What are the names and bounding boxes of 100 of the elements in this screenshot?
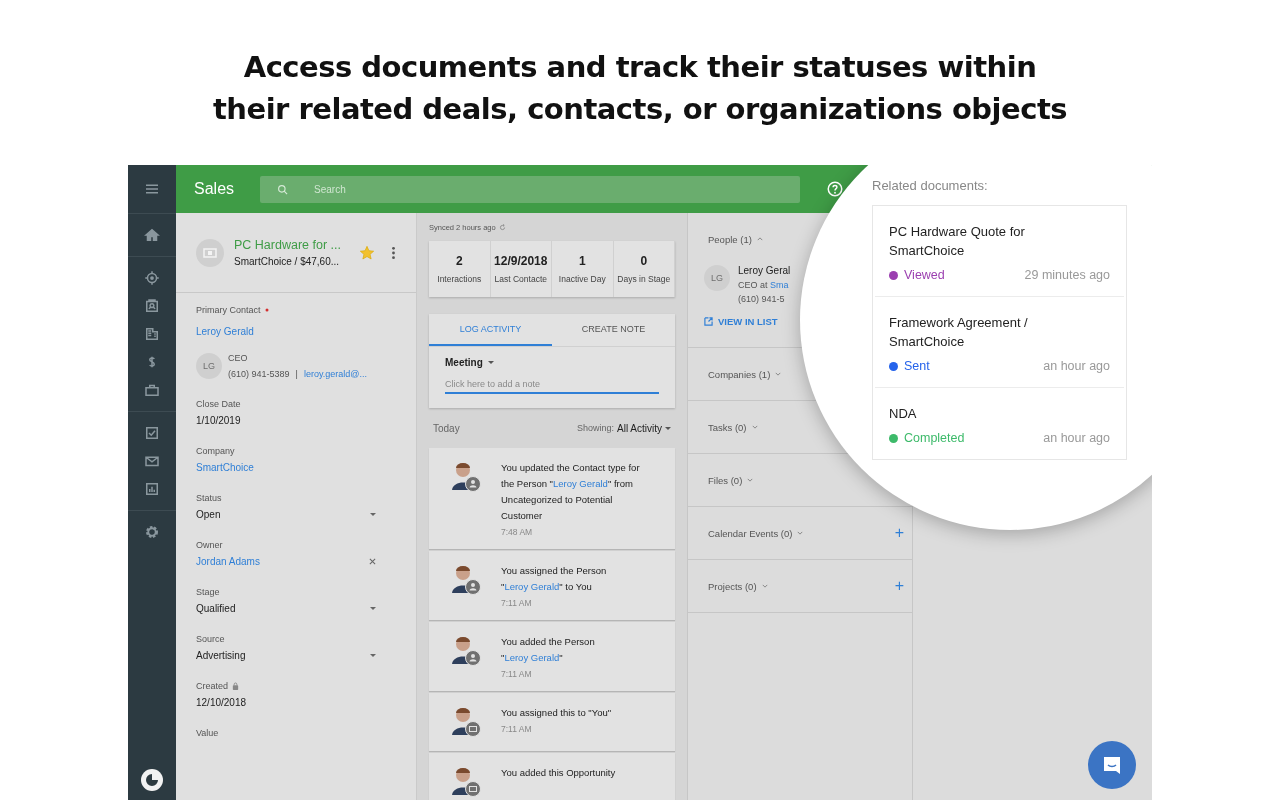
section-toggle[interactable]: Companies (1) — [708, 368, 782, 380]
more-icon[interactable] — [391, 245, 396, 260]
person-avatar-icon — [449, 563, 483, 597]
select-field[interactable]: Qualified — [196, 603, 396, 614]
day-label: Today — [433, 422, 460, 434]
owner-link[interactable]: Jordan Adams — [196, 556, 260, 567]
external-link-icon — [704, 317, 713, 326]
document-time: an hour ago — [1043, 431, 1110, 445]
search-field[interactable]: Search — [260, 175, 801, 203]
contact-role: CEO — [228, 353, 249, 363]
deal-avatar-icon — [196, 238, 224, 267]
caret-icon — [370, 513, 376, 516]
select-field[interactable]: Open — [196, 509, 396, 520]
person-role: CEO at Sma — [738, 280, 790, 290]
activity-time: 7:11 AM — [501, 724, 533, 734]
field-value: 1/10/2019 — [196, 415, 242, 426]
section-toggle[interactable]: Calendar Events (0) — [708, 527, 804, 539]
star-icon[interactable] — [359, 244, 375, 261]
check-icon[interactable] — [143, 424, 161, 442]
filter-dropdown[interactable]: Showing: All Activity — [576, 422, 671, 434]
activity-text: You added this Opportunity — [501, 766, 616, 780]
tab[interactable]: CREATE NOTE — [552, 314, 675, 346]
caret-icon — [370, 607, 376, 610]
field-label: Stage — [196, 587, 220, 597]
person-link[interactable]: Leroy Gerald — [504, 581, 560, 592]
stat-label: Days in Stage — [617, 274, 671, 284]
chevron-icon — [756, 237, 763, 241]
document-time: an hour ago — [1043, 359, 1110, 373]
document-name[interactable]: PC Hardware Quote for SmartChoice — [889, 222, 1069, 260]
deal-title: PC Hardware for ... — [234, 238, 342, 252]
email-link[interactable]: leroy.gerald@... — [303, 369, 367, 379]
field-label: Source — [196, 634, 225, 644]
logo-icon[interactable] — [140, 768, 164, 792]
chevron-icon — [797, 531, 804, 535]
activity-text: You added the Person "Leroy Gerald" — [501, 635, 596, 665]
contact-avatar: LG — [196, 353, 222, 379]
add-button[interactable]: + — [894, 580, 904, 592]
target-icon[interactable] — [143, 269, 161, 287]
field-label: Status — [196, 493, 222, 503]
stat-value: 1 — [578, 254, 586, 268]
separator: | — [295, 369, 298, 379]
section-toggle[interactable]: Projects (0) — [708, 580, 768, 592]
person-avatar: LG — [704, 265, 730, 291]
field-value: 12/10/2018 — [196, 697, 248, 708]
field-label: Company — [196, 446, 235, 456]
person-link[interactable]: Leroy Gerald — [504, 652, 560, 663]
chevron-icon — [775, 372, 782, 376]
deal-subtitle: SmartChoice / $47,60... — [234, 256, 341, 267]
stat-value: 12/9/2018 — [494, 254, 548, 268]
company-link[interactable]: Sma — [770, 280, 789, 290]
headline-line: their related deals, contacts, or organizations objects — [212, 91, 1068, 128]
document-name[interactable]: NDA — [889, 404, 1069, 423]
headline-line: Access documents and track their statuses within — [243, 49, 1037, 86]
help-icon[interactable] — [826, 180, 845, 198]
building-icon[interactable] — [143, 325, 161, 343]
select-field[interactable]: Advertising — [196, 650, 396, 661]
contact-link[interactable]: Leroy Gerald — [196, 326, 254, 337]
section-toggle[interactable]: People (1) — [708, 233, 763, 245]
person-name: Leroy Geral — [738, 265, 791, 276]
document-status: Viewed — [904, 268, 946, 282]
add-button[interactable]: + — [894, 527, 904, 539]
document-status: Completed — [904, 431, 966, 445]
caret-icon — [487, 361, 494, 364]
tab[interactable]: LOG ACTIVITY — [429, 314, 552, 346]
view-in-list-link[interactable]: VIEW IN LIST — [704, 316, 778, 327]
document-status: Sent — [904, 359, 931, 373]
activity-time: 7:11 AM — [501, 669, 533, 679]
note-field[interactable]: Click here to add a note — [445, 376, 659, 394]
activity-text: You assigned this to "You" — [501, 706, 612, 720]
section-toggle[interactable]: Tasks (0) — [708, 421, 758, 433]
activity-time: 7:11 AM — [501, 598, 533, 608]
field-label: Close Date — [196, 399, 241, 409]
stat-value: 2 — [455, 254, 463, 268]
document-name[interactable]: Framework Agreement / SmartChoice — [889, 313, 1069, 351]
stat-label: Last Contacte — [494, 274, 547, 284]
stat-label: Inactive Day — [558, 274, 606, 284]
person-phone: (610) 941-5 — [738, 294, 786, 304]
caret-icon — [370, 654, 376, 657]
field-label: Created — [196, 681, 229, 691]
activity-time: 7:48 AM — [501, 527, 534, 537]
contact-phone: (610) 941-5389 — [228, 369, 290, 379]
section-toggle[interactable]: Files (0) — [708, 474, 754, 486]
activity-text: You updated the Contact type for the Person "Leroy Gerald" from Uncategorized to Potential Customer — [501, 461, 641, 523]
home-icon[interactable] — [143, 226, 161, 244]
document-time: 29 minutes ago — [1024, 268, 1110, 282]
field-label: Value — [196, 728, 219, 738]
chevron-icon — [747, 478, 754, 482]
close-icon[interactable] — [369, 558, 376, 565]
contacts-icon[interactable] — [143, 297, 161, 315]
activity-type-dropdown[interactable]: Meeting — [445, 357, 659, 368]
person-avatar-icon — [449, 634, 483, 668]
related-documents-title: Related documents: — [872, 178, 989, 193]
chevron-icon — [761, 584, 768, 588]
caret-icon — [665, 426, 671, 430]
stat-value: 0 — [640, 254, 648, 268]
company-link[interactable]: SmartChoice — [196, 462, 396, 473]
field-label: Owner — [196, 540, 223, 550]
chevron-icon — [751, 425, 758, 429]
settings-icon[interactable] — [143, 523, 161, 541]
chart-icon[interactable] — [143, 480, 161, 498]
